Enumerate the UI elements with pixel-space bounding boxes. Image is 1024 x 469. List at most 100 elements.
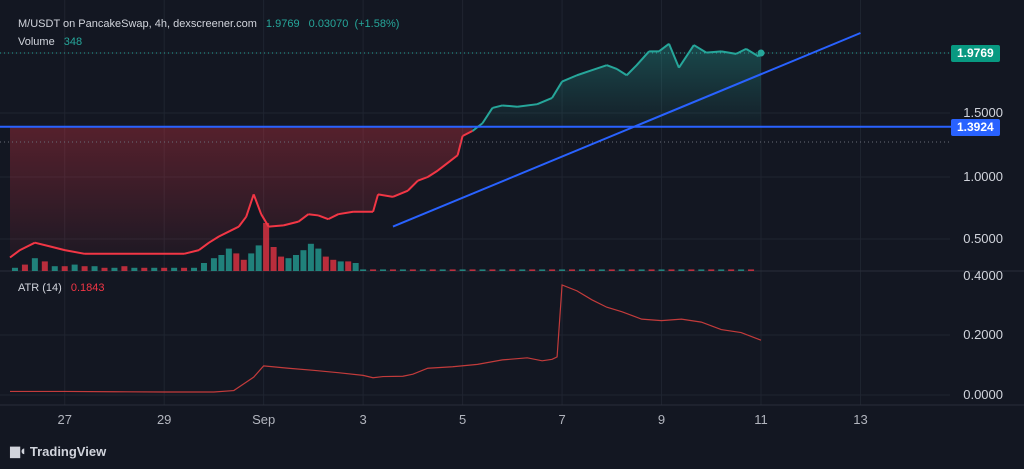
volume-bar bbox=[748, 269, 755, 271]
volume-bar bbox=[638, 269, 645, 271]
volume-bar bbox=[101, 267, 108, 271]
volume-bar bbox=[111, 267, 118, 271]
volume-bar bbox=[91, 266, 98, 271]
volume-bar bbox=[141, 267, 148, 271]
volume-bar bbox=[270, 247, 277, 271]
volume-bar bbox=[285, 258, 292, 271]
price-change: 0.03070 bbox=[308, 18, 349, 30]
volume-bar bbox=[41, 261, 48, 271]
chart-canvas[interactable]: 27 29 Sep 3 5 7 9 11 13 0.4000 0.5000 1.0000 1.5000 0… bbox=[0, 0, 1024, 469]
pair-title: M/USDT on PancakeSwap, 4h, dexscreener.c… bbox=[18, 18, 257, 30]
x-tick-label: 5 bbox=[459, 412, 466, 427]
volume-bar bbox=[248, 253, 255, 271]
volume-bar bbox=[459, 269, 466, 271]
volume-bar bbox=[218, 255, 225, 271]
volume-bar bbox=[121, 266, 128, 271]
x-tick-label: 29 bbox=[157, 412, 171, 427]
volume-bar bbox=[278, 256, 285, 271]
x-tick-label: 11 bbox=[754, 412, 768, 427]
volume-bar bbox=[409, 269, 416, 271]
green-area-fill bbox=[482, 43, 762, 127]
x-tick-label: Sep bbox=[252, 412, 275, 427]
atr-series-line bbox=[10, 284, 762, 393]
x-tick-label: 3 bbox=[360, 412, 367, 427]
volume-bar bbox=[360, 269, 367, 271]
volume-bar bbox=[131, 267, 138, 271]
price-change-pct: (+1.58%) bbox=[354, 18, 400, 30]
volume-bar bbox=[11, 267, 18, 271]
volume-bar bbox=[292, 255, 299, 271]
volume-bar bbox=[728, 269, 735, 271]
volume-bar bbox=[578, 269, 585, 271]
x-tick-label: 13 bbox=[853, 412, 867, 427]
last-price: 1.9769 bbox=[265, 18, 300, 30]
volume-bar bbox=[191, 267, 198, 271]
volume-bar bbox=[499, 269, 506, 271]
x-tick-label: 9 bbox=[658, 412, 665, 427]
volume-bar bbox=[210, 258, 217, 271]
y-tick-label: 0.5000 bbox=[963, 231, 1003, 246]
volume-bar bbox=[181, 267, 188, 271]
volume-bar bbox=[598, 269, 605, 271]
volume-bar bbox=[429, 269, 436, 271]
atr-y-tick-label: 0.2000 bbox=[963, 327, 1003, 342]
atr-value: 0.1843 bbox=[70, 282, 105, 294]
volume-bar bbox=[21, 264, 28, 271]
volume-bar bbox=[337, 261, 344, 271]
volume-bar bbox=[240, 259, 247, 271]
volume-bar bbox=[608, 269, 615, 271]
volume-bar bbox=[370, 269, 377, 271]
volume-bar bbox=[171, 267, 178, 271]
volume-value: 348 bbox=[63, 36, 83, 48]
volume-bar bbox=[469, 269, 476, 271]
atr-label: ATR (14) bbox=[18, 282, 62, 294]
x-tick-label: 27 bbox=[57, 412, 71, 427]
volume-bar bbox=[479, 269, 486, 271]
horizontal-line-tag[interactable]: 1.3924 bbox=[951, 119, 1000, 136]
volume-bar bbox=[255, 245, 262, 271]
volume-bar bbox=[439, 269, 446, 271]
volume-bar bbox=[529, 269, 536, 271]
volume-bar bbox=[668, 269, 675, 271]
volume-bar bbox=[688, 269, 695, 271]
atr-legend: ATR (14) 0.1843 bbox=[18, 281, 105, 295]
volume-bar bbox=[698, 269, 705, 271]
volume-bar bbox=[161, 267, 168, 271]
last-price-dot bbox=[757, 49, 765, 57]
volume-bar bbox=[519, 269, 526, 271]
volume-label: Volume bbox=[18, 36, 55, 48]
tradingview-logo-icon: ▆◖ bbox=[10, 443, 27, 458]
volume-bar bbox=[322, 256, 329, 271]
volume-bar bbox=[539, 269, 546, 271]
atr-y-tick-label: 0.0000 bbox=[963, 387, 1003, 402]
volume-bar bbox=[330, 259, 337, 271]
volume-bar bbox=[263, 223, 270, 271]
x-tick-label: 7 bbox=[558, 412, 565, 427]
volume-bar bbox=[678, 269, 685, 271]
volume-bar bbox=[738, 269, 745, 271]
volume-bar bbox=[51, 266, 58, 271]
y-tick-label: 1.0000 bbox=[963, 169, 1003, 184]
volume-bar bbox=[225, 248, 232, 271]
last-price-tag: 1.9769 bbox=[951, 45, 1000, 62]
volume-bar bbox=[233, 253, 240, 271]
volume-bar bbox=[352, 263, 359, 271]
volume-bar bbox=[658, 269, 665, 271]
volume-bar bbox=[718, 269, 725, 271]
volume-bar bbox=[61, 266, 68, 271]
tradingview-logo[interactable]: ▆◖ TradingView bbox=[10, 443, 106, 459]
volume-bar bbox=[559, 269, 566, 271]
volume-bar bbox=[588, 269, 595, 271]
volume-bar bbox=[489, 269, 496, 271]
volume-bar bbox=[315, 248, 322, 271]
volume-bar bbox=[300, 250, 307, 271]
price-area-fill bbox=[10, 43, 762, 258]
y-tick-label: 0.4000 bbox=[963, 268, 1003, 283]
volume-legend: Volume 348 bbox=[18, 35, 82, 49]
volume-bar bbox=[569, 269, 576, 271]
tradingview-logo-text: TradingView bbox=[29, 443, 107, 459]
volume-bar bbox=[31, 258, 38, 271]
volume-bar bbox=[509, 269, 516, 271]
volume-bar bbox=[307, 243, 314, 271]
volume-bar bbox=[200, 263, 207, 271]
